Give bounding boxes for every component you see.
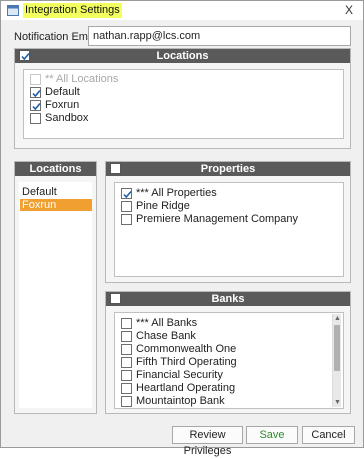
checkbox-checked-icon[interactable]: [30, 100, 41, 111]
locations-panel-header: Locations: [15, 49, 350, 63]
properties-panel-header: Properties: [106, 162, 350, 176]
dialog-footer: Review Privileges Save Cancel: [1, 419, 363, 457]
properties-panel: Properties *** All Properties Pine Ridge…: [105, 161, 351, 283]
scroll-up-arrow-icon[interactable]: ▲: [333, 314, 342, 323]
banks-panel-header: Banks: [106, 292, 350, 306]
checkbox-icon[interactable]: [121, 331, 132, 342]
banks-panel-title: Banks: [211, 293, 245, 305]
locations-select-all-checkbox[interactable]: [19, 50, 30, 61]
locations-panel-title: Locations: [156, 50, 209, 62]
checkbox-icon[interactable]: [30, 74, 41, 85]
properties-checklist: *** All Properties Pine Ridge Premiere M…: [114, 182, 344, 277]
integration-settings-window: Integration Settings X Notification Emai…: [0, 0, 364, 457]
location-selector-header: Locations: [15, 162, 96, 176]
banks-panel: Banks *** All Banks Chase Bank Commonwea…: [105, 291, 351, 414]
checkbox-icon[interactable]: [121, 318, 132, 329]
checkbox-icon[interactable]: [121, 396, 132, 407]
locations-panel: Locations ** All Locations Default Foxru…: [14, 48, 351, 149]
checkbox-icon[interactable]: [121, 214, 132, 225]
location-selector-panel: Locations Default Foxrun: [14, 161, 97, 414]
banks-scrollbar[interactable]: ▲ ▼: [332, 314, 341, 407]
scroll-thumb[interactable]: [334, 325, 340, 371]
checkbox-checked-icon[interactable]: [30, 87, 41, 98]
banks-checklist: *** All Banks Chase Bank Commonwealth On…: [114, 312, 344, 409]
location-list-item-foxrun[interactable]: Foxrun: [20, 199, 92, 211]
scroll-down-arrow-icon[interactable]: ▼: [333, 398, 342, 407]
banks-select-all-checkbox[interactable]: [110, 293, 121, 304]
location-list: Default Foxrun: [19, 182, 92, 408]
properties-select-all-checkbox[interactable]: [110, 163, 121, 174]
save-button[interactable]: Save: [246, 426, 298, 444]
checkbox-icon[interactable]: [121, 357, 132, 368]
checkbox-icon[interactable]: [121, 201, 132, 212]
close-icon[interactable]: X: [342, 2, 356, 18]
checkbox-icon[interactable]: [121, 383, 132, 394]
checkbox-icon[interactable]: [121, 370, 132, 381]
app-window-icon: [7, 5, 19, 16]
window-title: Integration Settings: [23, 3, 122, 18]
notification-email-field[interactable]: nathan.rapp@lcs.com: [88, 26, 351, 46]
review-privileges-button[interactable]: Review Privileges: [172, 426, 243, 457]
checkbox-icon[interactable]: [30, 113, 41, 124]
title-bar: Integration Settings X: [1, 1, 363, 20]
checkbox-icon[interactable]: [121, 344, 132, 355]
properties-panel-title: Properties: [200, 163, 256, 175]
locations-checklist: ** All Locations Default Foxrun Sandbox: [23, 69, 344, 139]
cancel-button[interactable]: Cancel: [302, 426, 355, 444]
checkbox-checked-icon[interactable]: [121, 188, 132, 199]
location-list-item-default[interactable]: Default: [20, 186, 92, 198]
